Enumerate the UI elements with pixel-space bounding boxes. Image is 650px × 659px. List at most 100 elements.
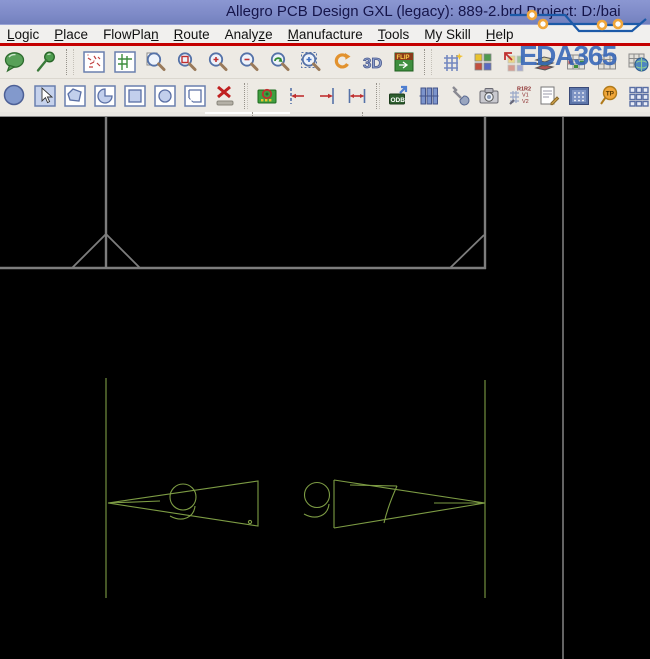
rename-refdes-button[interactable]: R1R2 V1 V2 (507, 84, 531, 108)
zoom-fit-button[interactable] (113, 50, 137, 74)
odb-export-icon: ODB (387, 84, 411, 108)
svg-text:TP: TP (606, 90, 615, 97)
digit-glyph-right-7: 7 (349, 484, 398, 524)
design-canvas[interactable]: 9 9 7 (0, 117, 650, 659)
dimension-right-icon (315, 84, 339, 108)
comment-balloon-icon (3, 50, 27, 74)
menu-item-place[interactable]: Place (47, 27, 95, 42)
pushpin-button[interactable] (34, 50, 58, 74)
color-visibility-button[interactable] (471, 50, 495, 74)
select-cursor-icon (33, 84, 57, 108)
digit-glyph-left-9: 9 (169, 483, 197, 520)
svg-text:ODB: ODB (391, 97, 406, 104)
svg-text:V2: V2 (522, 99, 529, 105)
padstack-library-button[interactable] (417, 84, 441, 108)
fix-tool-icon (447, 84, 471, 108)
rename-refdes-icon: R1R2 V1 V2 (507, 84, 531, 108)
zoom-fit-icon (113, 50, 137, 74)
world-view-icon (626, 50, 650, 74)
shape-rect-button[interactable] (123, 84, 147, 108)
dock-tick (362, 112, 366, 116)
shape-arc-button[interactable] (93, 84, 117, 108)
testpoint-icon: TP (597, 84, 621, 108)
dock-handle (205, 112, 290, 114)
select-cursor-button[interactable] (33, 84, 57, 108)
menu-item-analyze[interactable]: Analyze (218, 27, 280, 42)
3d-view-button[interactable]: 3D (361, 50, 385, 74)
shape-rect-icon (123, 84, 147, 108)
fix-tool-button[interactable] (447, 84, 471, 108)
highlight-board-icon (255, 84, 279, 108)
open-design-icon (82, 50, 106, 74)
zoom-in-button[interactable] (206, 50, 230, 74)
undo-button[interactable] (330, 50, 354, 74)
shape-arc-icon (93, 84, 117, 108)
menu-item-my-skill[interactable]: My Skill (417, 27, 478, 42)
dimension-left-button[interactable] (285, 84, 309, 108)
svg-text:FLIP: FLIP (397, 55, 410, 61)
menu-item-flowplan[interactable]: FlowPlan (96, 27, 166, 42)
zoom-previous-button[interactable] (268, 50, 292, 74)
zoom-out-icon (237, 50, 261, 74)
dimension-span-icon (345, 84, 369, 108)
testpoint-button[interactable]: TP (597, 84, 621, 108)
shape-circle-filled-icon (3, 84, 27, 108)
highlight-board-button[interactable] (255, 84, 279, 108)
menu-item-tools[interactable]: Tools (371, 27, 417, 42)
snapshot-button[interactable] (477, 84, 501, 108)
trace-segment (607, 22, 641, 27)
delete-element-button[interactable] (213, 84, 237, 108)
toolbar-separator (66, 49, 74, 75)
board-drawing: 9 9 7 (0, 117, 564, 659)
outline-chamfer-right (449, 234, 485, 269)
zoom-points-button[interactable] (144, 50, 168, 74)
panel-display-icon (567, 84, 591, 108)
toolbar-row-2: ODB R1R2 V1 V2 TP (0, 79, 650, 112)
report-list-icon (537, 84, 561, 108)
allegro-window: { "window": { "title": "Allegro PCB Desi… (0, 0, 650, 659)
comment-balloon-button[interactable] (3, 50, 27, 74)
flip-design-icon: FLIP (392, 50, 416, 74)
shape-circle-filled-button[interactable] (3, 84, 27, 108)
zoom-box-icon (175, 50, 199, 74)
menu-item-route[interactable]: Route (167, 27, 217, 42)
silkscreen-green: 9 9 7 (105, 378, 486, 598)
eda365-watermark: EDA365 (519, 40, 617, 71)
shape-circle-button[interactable] (153, 84, 177, 108)
toolbar-separator (424, 49, 432, 75)
pad-array-button[interactable] (627, 84, 650, 108)
open-design-button[interactable] (82, 50, 106, 74)
dock-tick (252, 112, 256, 116)
dimension-right-button[interactable] (315, 84, 339, 108)
via-pad-icon (612, 18, 624, 30)
eda365-logo-traces (510, 9, 647, 33)
toolbar-separator (244, 82, 248, 109)
shape-unrect-icon (183, 84, 207, 108)
via-pad-icon (526, 9, 538, 21)
svg-text:V1: V1 (522, 92, 529, 98)
zoom-out-button[interactable] (237, 50, 261, 74)
world-view-button[interactable] (626, 50, 650, 74)
zoom-selection-button[interactable] (299, 50, 323, 74)
via-pad-icon (596, 19, 608, 31)
shape-polygon-icon (63, 84, 87, 108)
grid-toggle-button[interactable] (440, 50, 464, 74)
grid-toggle-icon (440, 50, 464, 74)
dimension-span-button[interactable] (345, 84, 369, 108)
zoom-points-icon (144, 50, 168, 74)
digit-glyph-right-9: 9 (303, 481, 331, 518)
menu-item-manufacture[interactable]: Manufacture (281, 27, 370, 42)
svg-text:3D: 3D (363, 55, 382, 72)
toolbar-separator (376, 82, 380, 109)
panel-display-button[interactable] (567, 84, 591, 108)
odb-export-button[interactable]: ODB (387, 84, 411, 108)
shape-unrect-button[interactable] (183, 84, 207, 108)
small-marker-dot (247, 519, 253, 525)
zoom-box-button[interactable] (175, 50, 199, 74)
menu-item-logic[interactable]: Logic (0, 27, 46, 42)
report-list-button[interactable] (537, 84, 561, 108)
flip-design-button[interactable]: FLIP (392, 50, 416, 74)
pad-array-icon (627, 84, 650, 108)
shape-polygon-button[interactable] (63, 84, 87, 108)
shape-circle-icon (153, 84, 177, 108)
